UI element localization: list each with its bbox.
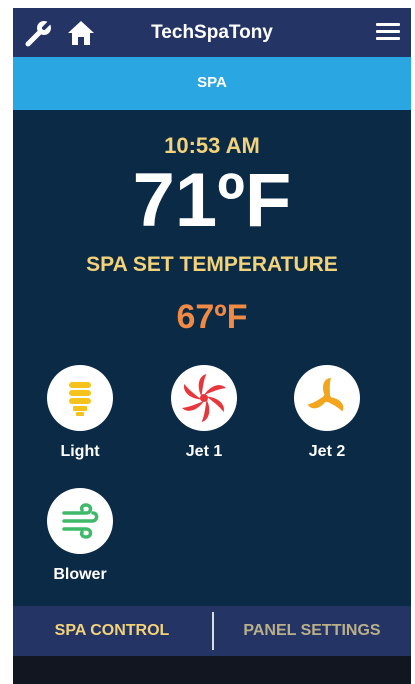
panel-settings-button[interactable]: PANEL SETTINGS [213, 606, 411, 656]
bottom-nav: SPA CONTROL PANEL SETTINGS [13, 606, 411, 656]
wind-icon[interactable] [47, 488, 113, 554]
tab-spa[interactable]: SPA [13, 74, 411, 91]
device-light-button[interactable]: Light [35, 365, 125, 461]
device-label: Jet 1 [185, 443, 223, 460]
current-temperature: 71ºF [132, 158, 292, 243]
light-bulb-icon[interactable] [47, 365, 113, 431]
set-temperature-value[interactable]: 67ºF [13, 298, 411, 337]
tab-bar: SPA [13, 57, 411, 110]
device-label: Jet 2 [308, 443, 346, 460]
app-frame: TechSpaTony SPA 10:53 AM 71ºF SPA SET TE… [13, 8, 411, 684]
top-app-bar: TechSpaTony [13, 8, 411, 57]
set-temperature-label: SPA SET TEMPERATURE [86, 253, 338, 276]
jet-fan-icon[interactable] [171, 365, 237, 431]
wrench-icon[interactable] [23, 17, 55, 49]
jet-fan-icon[interactable] [294, 365, 360, 431]
device-jet1-button[interactable]: Jet 1 [159, 365, 249, 461]
device-jet2-button[interactable]: Jet 2 [282, 365, 372, 461]
hamburger-menu-icon[interactable] [375, 20, 401, 44]
device-blower-button[interactable]: Blower [35, 488, 125, 584]
spa-control-button[interactable]: SPA CONTROL [13, 606, 211, 656]
clock-time: 10:53 AM [164, 133, 260, 158]
device-label: Blower [53, 566, 107, 583]
home-icon[interactable] [67, 19, 95, 47]
app-title: TechSpaTony [151, 22, 273, 43]
device-label: Light [60, 443, 100, 460]
footer-strip [13, 656, 411, 684]
